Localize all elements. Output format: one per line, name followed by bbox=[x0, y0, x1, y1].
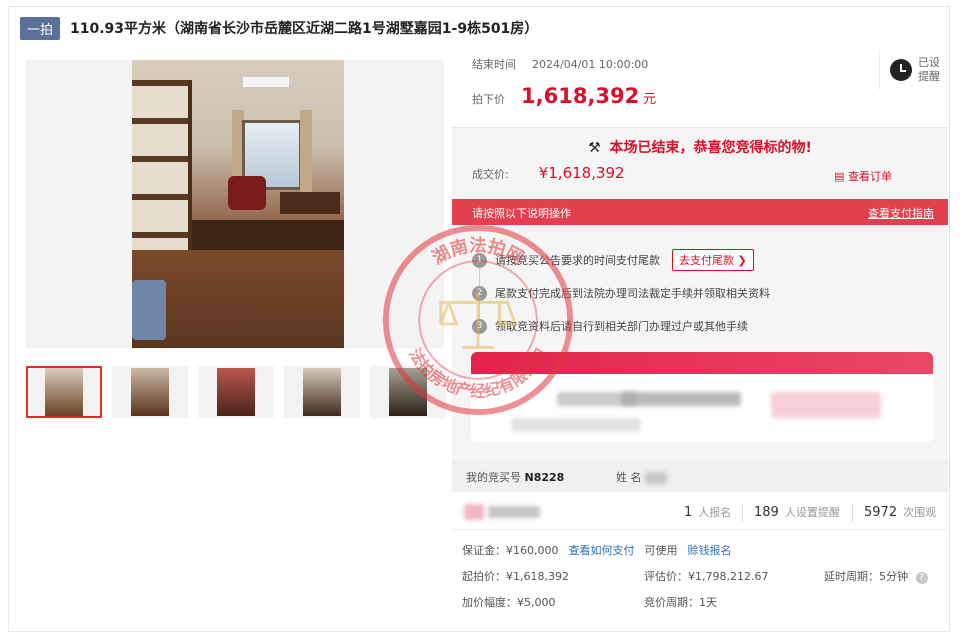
buyer-info: 我的竞买号 N8228 姓 名 bbox=[452, 460, 948, 492]
redacted-avatar bbox=[464, 504, 484, 520]
payment-guide-link[interactable]: 查看支付指南 bbox=[868, 205, 934, 221]
step-item: 2 尾款支付完成后到法院办理司法裁定手续并领取相关资料 bbox=[472, 285, 770, 301]
bid-number-label: 我的竞买号 bbox=[466, 471, 521, 484]
order-icon: ▤ bbox=[834, 170, 845, 183]
auction-round-tag: 一拍 bbox=[20, 16, 61, 40]
remind-label-2: 提醒 bbox=[918, 70, 940, 83]
alarm-clock-icon bbox=[890, 59, 912, 81]
redacted-block bbox=[771, 392, 881, 418]
step-text: 请按竞买公告要求的时间支付尾款 bbox=[495, 254, 660, 267]
thumbnail[interactable] bbox=[198, 366, 274, 418]
remind-label-1: 已设 bbox=[918, 56, 940, 69]
price-unit: 元 bbox=[643, 92, 657, 107]
final-price: 1,618,392 bbox=[521, 84, 640, 108]
end-time-value: 2024/04/01 10:00:00 bbox=[532, 57, 649, 71]
title-row: 一拍 110.93平方米（湖南省长沙市岳麓区近湖二路1号湖墅嘉园1-9栋501房… bbox=[20, 16, 539, 40]
deal-price-value: ¥1,618,392 bbox=[538, 164, 625, 182]
remind-count: 189 bbox=[754, 505, 779, 520]
step-item: 1 请按竞买公告要求的时间支付尾款 去支付尾款 ❯ bbox=[472, 249, 754, 271]
step-number: 1 bbox=[472, 252, 487, 268]
pay-balance-button[interactable]: 去支付尾款 ❯ bbox=[672, 249, 754, 271]
steps-header: 请按照以下说明操作 查看支付指南 bbox=[452, 199, 948, 225]
room-image bbox=[132, 60, 344, 348]
main-photo[interactable] bbox=[26, 60, 444, 348]
thumbnail[interactable] bbox=[370, 366, 446, 418]
result-headline: 本场已结束，恭喜您竞得标的物! bbox=[609, 140, 812, 156]
redacted-user bbox=[488, 506, 540, 518]
redacted-block bbox=[511, 418, 641, 432]
credit-signup-link[interactable]: 赊钱报名 bbox=[688, 542, 732, 558]
step-item: 3 领取竞资料后请自行到相关部门办理过户或其他手续 bbox=[472, 318, 748, 334]
help-icon[interactable]: ? bbox=[915, 572, 928, 584]
auction-info: 结束时间 2024/04/01 10:00:00 拍下价 1,618,392 元… bbox=[462, 48, 948, 128]
stats-bar: 1 人报名 189 人设置提醒 5972 次围观 bbox=[452, 494, 948, 530]
step-text: 领取竞资料后请自行到相关部门办理过户或其他手续 bbox=[495, 320, 748, 333]
price-label: 拍下价 bbox=[472, 93, 505, 106]
name-label: 姓 名 bbox=[616, 471, 642, 484]
bid-number-value: N8228 bbox=[524, 471, 565, 484]
watch-label: 次围观 bbox=[903, 506, 937, 519]
redacted-card bbox=[471, 352, 933, 442]
gavel-icon: ⚒ bbox=[588, 140, 601, 156]
delay-period: 延时周期：5分钟 bbox=[824, 570, 908, 583]
thumbnail[interactable] bbox=[112, 366, 188, 418]
steps-title: 请按照以下说明操作 bbox=[472, 207, 571, 220]
deal-price-label: 成交价: bbox=[472, 168, 509, 181]
remind-count-label: 人设置提醒 bbox=[784, 506, 840, 519]
result-panel: ⚒ 本场已结束，恭喜您竞得标的物! 成交价: ¥1,618,392 ▤ 查看订单 bbox=[452, 127, 948, 199]
card-header bbox=[471, 352, 933, 374]
redacted-name bbox=[645, 472, 667, 484]
end-time-label: 结束时间 bbox=[472, 58, 516, 71]
how-to-pay-link[interactable]: 查看如何支付 bbox=[569, 542, 635, 558]
redacted-block bbox=[621, 392, 741, 406]
signup-count: 1 bbox=[684, 505, 693, 520]
thumbnail-strip bbox=[26, 366, 446, 418]
can-use-text: 可使用 bbox=[644, 544, 678, 557]
thumbnail[interactable] bbox=[284, 366, 360, 418]
page-title: 110.93平方米（湖南省长沙市岳麓区近湖二路1号湖墅嘉园1-9栋501房） bbox=[70, 21, 539, 37]
bid-increment: 加价幅度：¥5,000 bbox=[462, 596, 556, 609]
watch-count: 5972 bbox=[864, 505, 898, 520]
thumbnail[interactable] bbox=[26, 366, 102, 418]
step-number: 2 bbox=[472, 285, 487, 301]
signup-label: 人报名 bbox=[698, 506, 732, 519]
bid-cycle: 竞价周期：1天 bbox=[644, 596, 717, 609]
step-number: 3 bbox=[472, 318, 487, 334]
appraisal-price: 评估价：¥1,798,212.67 bbox=[644, 570, 769, 583]
remind-button[interactable]: 已设 提醒 bbox=[879, 50, 940, 90]
step-text: 尾款支付完成后到法院办理司法裁定手续并领取相关资料 bbox=[495, 287, 770, 300]
view-order-link[interactable]: ▤ 查看订单 bbox=[834, 168, 892, 184]
start-price: 起拍价：¥1,618,392 bbox=[462, 570, 569, 583]
deposit: 保证金：¥160,000 bbox=[462, 544, 559, 557]
